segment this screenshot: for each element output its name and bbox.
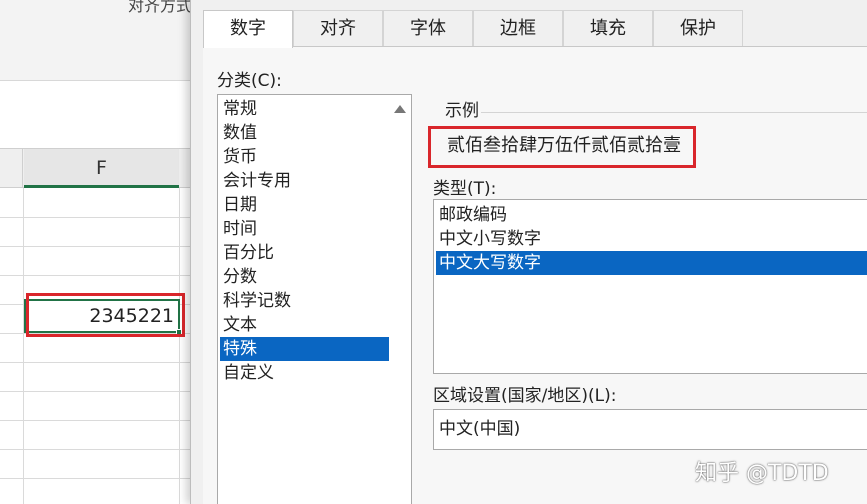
locale-label: 区域设置(国家/地区)(L): bbox=[433, 386, 617, 406]
type-item-chinese-lowercase[interactable]: 中文小写数字 bbox=[436, 227, 867, 251]
category-item-accounting[interactable]: 会计专用 bbox=[220, 169, 390, 193]
grid-line bbox=[0, 449, 200, 450]
grid-line bbox=[179, 188, 180, 504]
watermark: 知乎 @TDTD bbox=[695, 461, 829, 486]
sample-label: 示例 bbox=[443, 96, 481, 121]
grid-line bbox=[0, 362, 200, 363]
category-item-custom[interactable]: 自定义 bbox=[220, 361, 390, 385]
column-header-row: F bbox=[0, 148, 200, 188]
grid-line bbox=[0, 391, 200, 392]
category-scrollbar[interactable] bbox=[389, 95, 411, 504]
sample-preview: 贰佰叁拾肆万伍仟贰佰贰拾壹 bbox=[428, 126, 696, 168]
column-header-e[interactable] bbox=[0, 149, 23, 188]
type-item-chinese-uppercase[interactable]: 中文大写数字 bbox=[436, 251, 867, 275]
category-item-general[interactable]: 常规 bbox=[220, 97, 390, 121]
grid-line bbox=[0, 275, 200, 276]
grid-line bbox=[23, 188, 24, 504]
locale-select[interactable]: 中文(中国) bbox=[433, 409, 867, 450]
category-item-text[interactable]: 文本 bbox=[220, 313, 390, 337]
category-label: 分类(C): bbox=[217, 71, 282, 91]
type-item-postal-code[interactable]: 邮政编码 bbox=[436, 203, 867, 227]
tab-fill[interactable]: 填充 bbox=[563, 10, 653, 46]
column-header-f[interactable]: F bbox=[24, 149, 179, 188]
type-list[interactable]: 邮政编码 中文小写数字 中文大写数字 bbox=[433, 199, 867, 374]
grid-line bbox=[0, 217, 200, 218]
tab-alignment[interactable]: 对齐 bbox=[293, 10, 383, 46]
category-item-currency[interactable]: 货币 bbox=[220, 145, 390, 169]
formula-area bbox=[0, 80, 200, 148]
category-item-scientific[interactable]: 科学记数 bbox=[220, 289, 390, 313]
category-item-percentage[interactable]: 百分比 bbox=[220, 241, 390, 265]
grid-line bbox=[0, 246, 200, 247]
worksheet-grid[interactable] bbox=[0, 188, 200, 504]
tab-bar: 数字 对齐 字体 边框 填充 保护 bbox=[203, 10, 743, 48]
category-item-date[interactable]: 日期 bbox=[220, 193, 390, 217]
category-item-special[interactable]: 特殊 bbox=[220, 337, 390, 361]
type-label: 类型(T): bbox=[433, 179, 497, 199]
sample-group-line bbox=[481, 112, 867, 113]
category-item-fraction[interactable]: 分数 bbox=[220, 265, 390, 289]
grid-line bbox=[0, 420, 200, 421]
tab-border[interactable]: 边框 bbox=[473, 10, 563, 46]
tab-number[interactable]: 数字 bbox=[203, 10, 293, 48]
cell-highlight-annotation bbox=[26, 293, 185, 337]
tab-protection[interactable]: 保护 bbox=[653, 10, 743, 46]
ribbon-group-label: 对齐方式 bbox=[128, 0, 193, 15]
scroll-up-icon[interactable] bbox=[394, 105, 406, 113]
category-item-time[interactable]: 时间 bbox=[220, 217, 390, 241]
tab-font[interactable]: 字体 bbox=[383, 10, 473, 46]
category-list[interactable]: 常规 数值 货币 会计专用 日期 时间 百分比 分数 科学记数 文本 特殊 自定… bbox=[217, 94, 412, 504]
sample-value: 贰佰叁拾肆万伍仟贰佰贰拾壹 bbox=[447, 135, 681, 156]
excel-ribbon: 对齐方式 bbox=[0, 0, 200, 80]
grid-line bbox=[0, 478, 200, 479]
category-item-number[interactable]: 数值 bbox=[220, 121, 390, 145]
format-cells-dialog: 数字 对齐 字体 边框 填充 保护 分类(C): 常规 数值 货币 会计专用 日… bbox=[190, 0, 867, 504]
